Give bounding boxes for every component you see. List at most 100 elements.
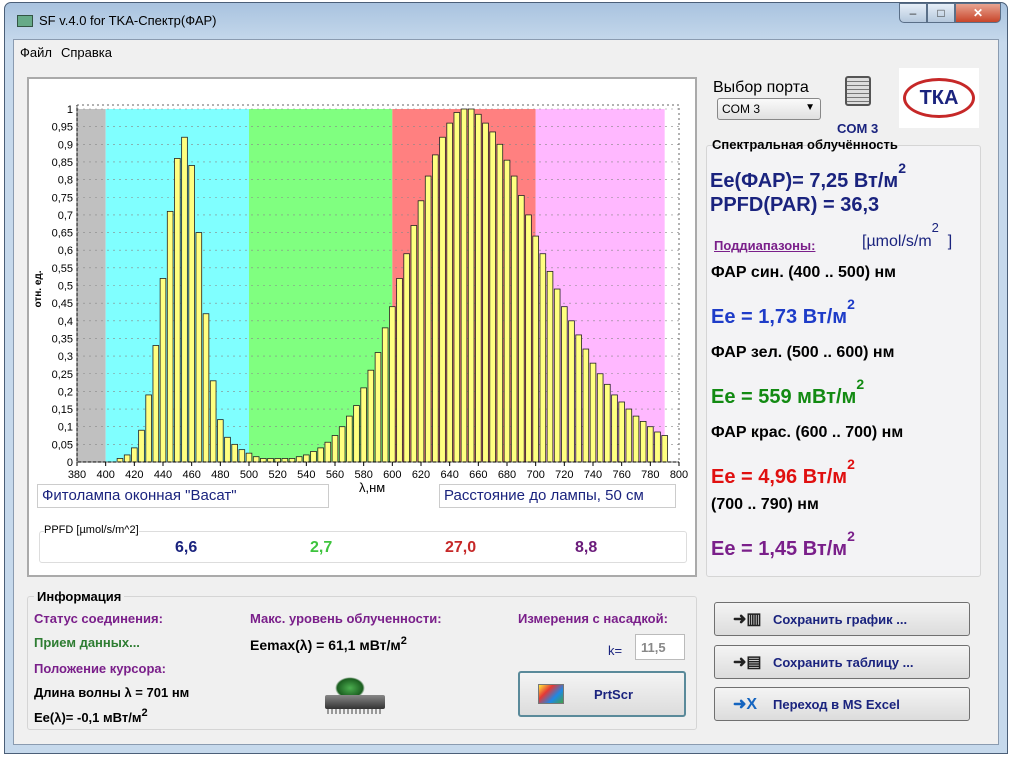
- app-icon: [17, 15, 33, 27]
- menu-file[interactable]: Файл: [20, 45, 52, 60]
- spectrum-bar: [546, 270, 554, 463]
- y-tick-label: 0,4: [58, 316, 73, 328]
- spectrum-bar: [424, 175, 432, 463]
- spectrum-bar: [338, 426, 346, 463]
- spectrum-bar: [295, 456, 303, 463]
- spectrum-bar: [532, 235, 539, 463]
- max-label: Макс. уровень облученности:: [250, 611, 442, 626]
- com-port-icon: [845, 76, 871, 106]
- y-tick-label: 0,45: [52, 298, 73, 310]
- range-blue-value: Ee = 1,73 Вт/м2: [711, 296, 855, 328]
- spectrum-bar: [317, 447, 324, 463]
- k-field[interactable]: 11,5: [635, 634, 685, 660]
- spectrum-bar: [252, 456, 260, 463]
- spectrum-bar: [159, 278, 167, 463]
- distance-field[interactable]: Расстояние до лампы, 50 см: [439, 484, 676, 508]
- spectrum-bar: [596, 373, 604, 463]
- excel-button[interactable]: ➜X Переход в MS Excel: [714, 687, 970, 721]
- save-chart-button[interactable]: ➜▥ Сохранить график ...: [714, 602, 970, 636]
- chevron-down-icon: ▼: [805, 102, 815, 113]
- y-tick-label: 0,25: [52, 369, 73, 381]
- window-title: SF v.4.0 for TKA-Спектр(ФАР): [39, 13, 217, 28]
- x-tick-label: 660: [469, 469, 487, 481]
- spectrum-bar: [288, 458, 296, 463]
- spectrum-bar: [654, 431, 661, 463]
- spectrum-bar: [281, 458, 289, 463]
- y-tick-label: 0,95: [52, 122, 73, 134]
- ppfd-unit: [µmol/s/m2 ]: [862, 220, 953, 250]
- range-far-red-label: (700 .. 790) нм: [711, 496, 819, 513]
- minimize-button[interactable]: –: [899, 3, 927, 23]
- y-tick-label: 0,35: [52, 333, 73, 345]
- spectrum-bar: [152, 345, 160, 463]
- spectrum-bar: [224, 436, 231, 463]
- spectrum-bar: [346, 415, 353, 463]
- spectrum-bar: [396, 278, 403, 463]
- status-value: Прием данных...: [34, 635, 140, 650]
- spectrum-bar: [618, 401, 625, 463]
- spectrum-bar: [611, 394, 618, 463]
- save-table-button[interactable]: ➜▤ Сохранить таблицу ...: [714, 645, 970, 679]
- subranges-label: Поддиапазоны:: [714, 238, 816, 253]
- irradiance-group: Спектральная облучённость Ee(ФАР)= 7,25 …: [706, 137, 981, 577]
- spectrum-bar: [539, 253, 547, 463]
- spectrum-bar: [367, 369, 375, 463]
- close-button[interactable]: ✕: [955, 3, 1001, 23]
- menu-help[interactable]: Справка: [61, 45, 112, 60]
- port-select[interactable]: COM 3 ▼: [717, 98, 821, 120]
- title-bar: SF v.4.0 for TKA-Спектр(ФАР) – □ ✕: [5, 3, 1007, 39]
- spectrum-bar: [188, 165, 195, 463]
- spectrum-bar: [417, 200, 425, 463]
- spectrum-bar: [123, 454, 131, 463]
- y-tick-label: 0,55: [52, 263, 73, 275]
- y-tick-label: 0,15: [52, 404, 73, 416]
- x-tick-label: 420: [125, 469, 143, 481]
- x-tick-label: 500: [240, 469, 258, 481]
- spectrum-bar: [231, 443, 238, 463]
- ppfd-far-red: 8,8: [575, 539, 598, 556]
- save-chart-icon: ➜▥: [733, 611, 762, 628]
- info-title: Информация: [34, 589, 125, 604]
- spectrum-bar: [403, 253, 410, 463]
- cursor-label: Положение курсора:: [34, 661, 166, 676]
- range-red-value: Ee = 4,96 Вт/м2: [711, 456, 855, 488]
- port-select-value: COM 3: [722, 102, 761, 116]
- excel-label: Переход в MS Excel: [773, 696, 900, 712]
- spectrum-bar: [310, 451, 317, 463]
- y-tick-label: 0,8: [58, 175, 73, 187]
- spectrum-bar: [209, 380, 217, 463]
- x-tick-label: 720: [555, 469, 573, 481]
- app-window: SF v.4.0 for TKA-Спектр(ФАР) – □ ✕ Файл …: [4, 2, 1008, 754]
- y-tick-label: 0,05: [52, 439, 73, 451]
- y-tick-label: 1: [67, 104, 73, 116]
- lamp-name-field[interactable]: Фитолампа оконная "Васат": [37, 484, 329, 508]
- spectrum-chart[interactable]: 0 0,05 0,1 0,15 0,2 0,25 0,3 0,35 0,4 0,45 0,5 0,55…: [29, 79, 695, 499]
- x-tick-label: 780: [641, 469, 659, 481]
- spectrum-bar: [331, 435, 339, 463]
- spectrum-bar: [589, 362, 597, 463]
- ppfd-label: PPFD [µmol/s/m^2]: [44, 524, 139, 536]
- cursor-wavelength: Длина волны λ = 701 нм: [34, 685, 190, 700]
- x-tick-label: 700: [526, 469, 544, 481]
- spectrum-bar: [604, 383, 611, 463]
- x-axis-label: λ,нм: [359, 480, 385, 495]
- x-tick-label: 380: [68, 469, 86, 481]
- spectrum-bar: [446, 122, 453, 463]
- spectrum-bar: [238, 449, 246, 463]
- maximize-button[interactable]: □: [927, 3, 955, 23]
- spectrum-bar: [324, 441, 332, 463]
- spectrum-bar: [625, 408, 633, 463]
- spectrum-bar: [496, 143, 504, 463]
- ppfd-blue: 6,6: [175, 539, 198, 556]
- k-label: k=: [608, 643, 623, 658]
- y-tick-label: 0,5: [58, 281, 73, 293]
- spectrum-bar: [482, 122, 489, 463]
- spectrum-bar: [360, 387, 367, 463]
- prtscr-button[interactable]: PrtScr: [518, 671, 686, 717]
- spectrum-bar: [647, 426, 654, 463]
- spectrum-bar: [131, 447, 138, 463]
- spectrum-bar: [267, 458, 274, 463]
- irradiance-title: Спектральная облучённость: [712, 137, 898, 152]
- x-tick-label: 480: [211, 469, 229, 481]
- spectrum-bar: [661, 435, 668, 463]
